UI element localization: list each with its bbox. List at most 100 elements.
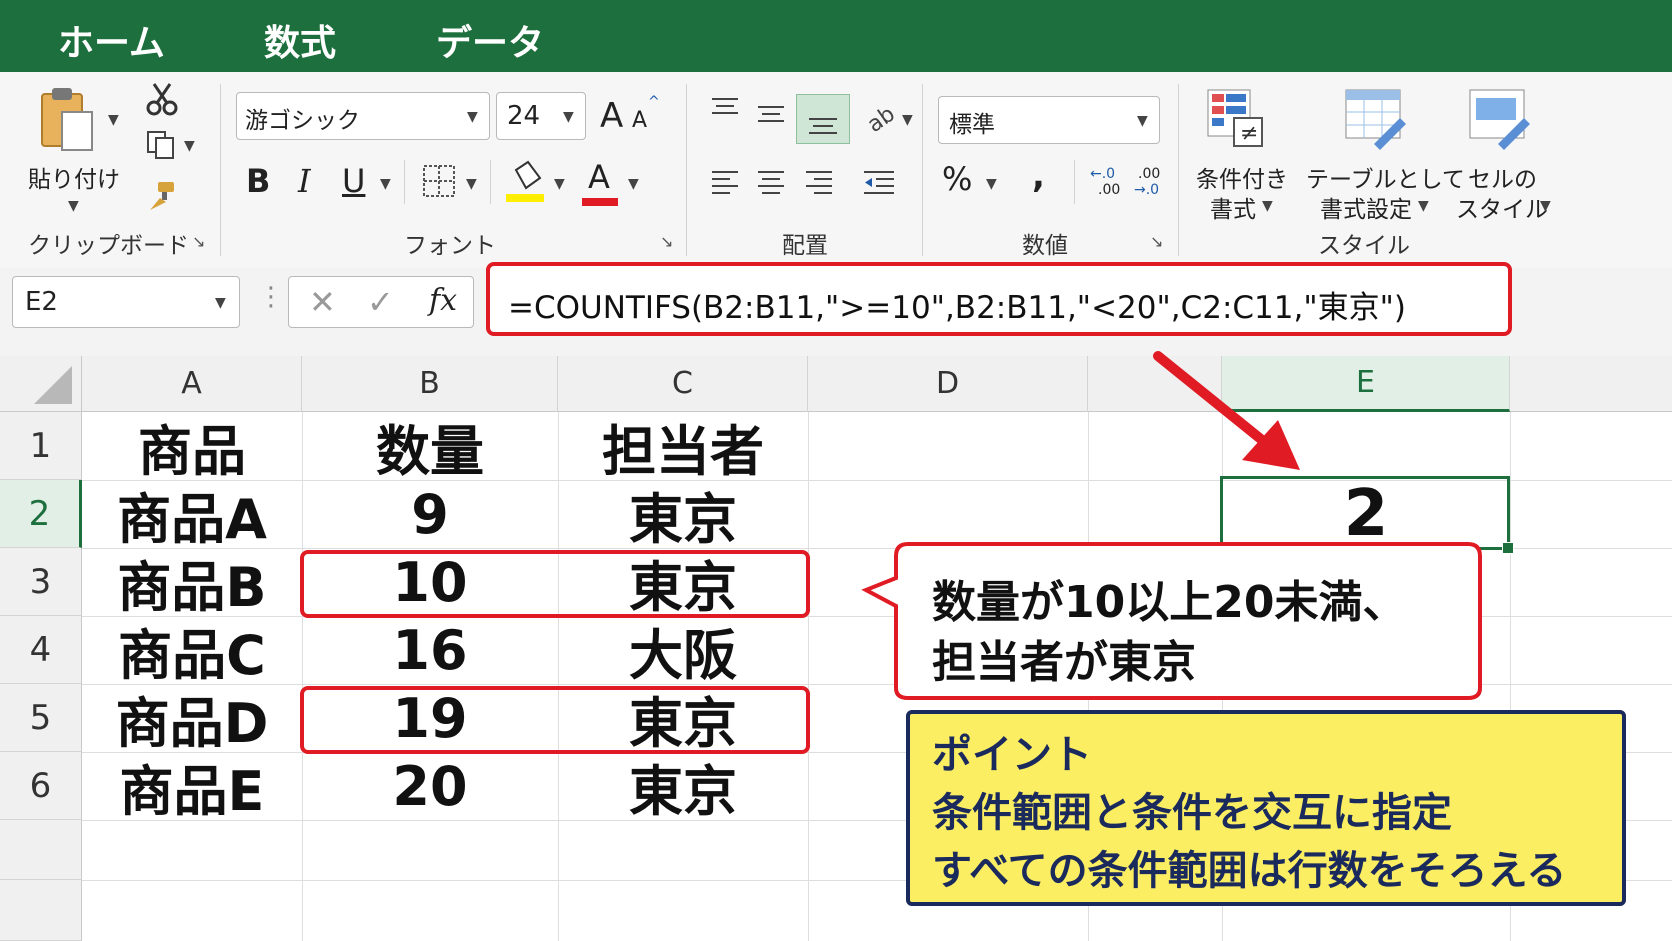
font-color-button[interactable]: A: [588, 158, 610, 196]
format-as-table-label-1[interactable]: テーブルとして: [1306, 160, 1465, 194]
align-right-icon[interactable]: [804, 168, 834, 200]
column-header-d[interactable]: D: [808, 356, 1088, 412]
row-header-5[interactable]: 5: [0, 684, 82, 752]
point-title: ポイント: [932, 732, 1092, 778]
cell-styles-label-1[interactable]: セルの: [1468, 160, 1537, 194]
chevron-down-icon: ▼: [563, 109, 574, 125]
insert-function-button[interactable]: fx: [429, 283, 457, 318]
cell-b4[interactable]: 16: [302, 616, 558, 684]
cell-a5[interactable]: 商品D: [82, 684, 302, 755]
cell-a2[interactable]: 商品A: [82, 480, 302, 551]
separator: [404, 160, 405, 204]
cancel-icon[interactable]: ✕: [309, 283, 336, 321]
align-top-icon[interactable]: [710, 96, 740, 124]
chevron-down-icon: ▼: [215, 295, 226, 311]
formula-input[interactable]: =COUNTIFS(B2:B11,">=10",B2:B11,"<20",C2:…: [486, 262, 1512, 336]
conditional-format-label-1[interactable]: 条件付き: [1196, 160, 1288, 194]
borders-dropdown-icon[interactable]: ▼: [466, 176, 477, 192]
decrease-decimal-top[interactable]: .00: [1138, 166, 1160, 182]
number-launcher-icon[interactable]: ↘: [1150, 232, 1163, 251]
cell-styles-icon[interactable]: [1468, 88, 1532, 154]
format-painter-icon[interactable]: [146, 180, 178, 216]
align-left-icon[interactable]: [710, 168, 740, 200]
increase-decimal-top[interactable]: ←.0: [1090, 166, 1115, 182]
font-launcher-icon[interactable]: ↘: [660, 232, 673, 251]
tab-data[interactable]: データ: [436, 14, 544, 66]
cell-a1[interactable]: 商品: [82, 412, 302, 483]
paste-caret-icon[interactable]: ▼: [68, 198, 79, 214]
row-header-7[interactable]: [0, 820, 82, 880]
font-color-dropdown-icon[interactable]: ▼: [628, 176, 639, 192]
copy-icon[interactable]: [146, 130, 176, 164]
column-header-b[interactable]: B: [302, 356, 558, 412]
chevron-down-icon[interactable]: ▼: [1540, 198, 1551, 214]
format-as-table-icon[interactable]: [1344, 88, 1408, 154]
underline-dropdown-icon[interactable]: ▼: [380, 176, 391, 192]
underline-button[interactable]: U: [342, 162, 365, 200]
cell-a4[interactable]: 商品C: [82, 616, 302, 687]
cell-a3[interactable]: 商品B: [82, 548, 302, 619]
format-as-table-label-2[interactable]: 書式設定: [1320, 190, 1412, 224]
tab-formulas[interactable]: 数式: [264, 14, 336, 66]
decrease-indent-icon[interactable]: [862, 168, 896, 200]
conditional-format-label-2[interactable]: 書式: [1210, 190, 1256, 224]
select-all-button[interactable]: [0, 356, 82, 412]
cell-c2[interactable]: 東京: [558, 480, 808, 551]
enter-icon[interactable]: ✓: [367, 283, 394, 321]
align-bottom-icon[interactable]: [796, 94, 850, 144]
bold-button[interactable]: B: [246, 162, 270, 200]
cut-icon[interactable]: [146, 82, 178, 120]
align-center-icon[interactable]: [756, 168, 786, 200]
chevron-down-icon[interactable]: ▼: [1262, 198, 1273, 214]
cell-c1[interactable]: 担当者: [558, 412, 808, 483]
column-header-a[interactable]: A: [82, 356, 302, 412]
row-header-1[interactable]: 1: [0, 412, 82, 480]
fill-color-icon[interactable]: [506, 160, 546, 208]
decrease-decimal-bottom[interactable]: →.0: [1134, 182, 1159, 198]
paste-label[interactable]: 貼り付け: [28, 160, 120, 194]
borders-icon[interactable]: [422, 164, 456, 202]
gridline: [808, 412, 809, 941]
point-line-1: 条件範囲と条件を交互に指定: [932, 790, 1452, 836]
paste-dropdown-icon[interactable]: ▼: [108, 112, 119, 128]
cell-a6[interactable]: 商品E: [82, 752, 302, 823]
percent-dropdown-icon[interactable]: ▼: [986, 176, 997, 192]
orientation-icon[interactable]: ab: [863, 100, 900, 138]
cell-c4[interactable]: 大阪: [558, 616, 808, 687]
cell-b6[interactable]: 20: [302, 752, 558, 820]
column-header-f[interactable]: [1510, 356, 1672, 412]
cell-b2[interactable]: 9: [302, 480, 558, 548]
row-header-3[interactable]: 3: [0, 548, 82, 616]
clipboard-launcher-icon[interactable]: ↘: [192, 232, 205, 251]
comma-style-button[interactable]: ,: [1032, 156, 1045, 196]
number-format-dropdown[interactable]: 標準 ▼: [938, 96, 1160, 144]
cell-c6[interactable]: 東京: [558, 752, 808, 823]
shrink-font-button[interactable]: A: [632, 108, 647, 133]
copy-dropdown-icon[interactable]: ▼: [184, 138, 195, 154]
row-header-2[interactable]: 2: [0, 480, 82, 548]
conditional-formatting-icon[interactable]: ≠: [1206, 88, 1266, 154]
point-line-2: すべての条件範囲は行数をそろえる: [932, 848, 1567, 894]
align-middle-icon[interactable]: [756, 104, 786, 132]
row-header-6[interactable]: 6: [0, 752, 82, 820]
orientation-dropdown-icon[interactable]: ▼: [902, 112, 913, 128]
paste-icon[interactable]: [38, 84, 98, 154]
more-options-icon[interactable]: ⋮: [258, 282, 284, 312]
increase-decimal-bottom[interactable]: .00: [1098, 182, 1120, 198]
cell-styles-label-2[interactable]: スタイル: [1456, 190, 1548, 224]
grow-font-button[interactable]: A: [600, 96, 623, 136]
row-header-8[interactable]: [0, 880, 82, 941]
tab-home[interactable]: ホーム: [58, 14, 165, 66]
cell-b1[interactable]: 数量: [302, 412, 558, 483]
italic-button[interactable]: I: [298, 162, 311, 200]
percent-button[interactable]: %: [942, 160, 972, 198]
row-header-4[interactable]: 4: [0, 616, 82, 684]
font-name-dropdown[interactable]: 游ゴシック ▼: [236, 92, 490, 140]
chevron-down-icon[interactable]: ▼: [1418, 198, 1429, 214]
column-header-c[interactable]: C: [558, 356, 808, 412]
name-box[interactable]: E2 ▼: [12, 276, 240, 328]
fill-color-dropdown-icon[interactable]: ▼: [554, 176, 565, 192]
fill-handle[interactable]: [1502, 542, 1514, 554]
group-label-number: 数値: [1022, 233, 1068, 259]
font-size-dropdown[interactable]: 24 ▼: [496, 92, 586, 140]
